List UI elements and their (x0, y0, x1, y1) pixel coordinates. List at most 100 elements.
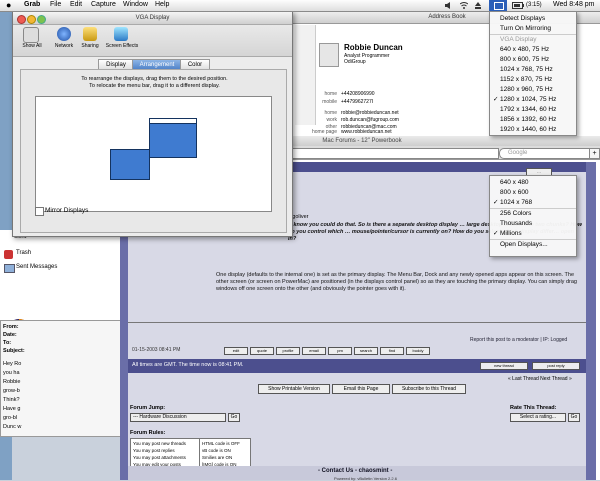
apple-icon[interactable]: ● (6, 0, 14, 10)
show-all-icon[interactable] (23, 27, 39, 43)
menu-capture[interactable]: Capture (91, 1, 116, 8)
post-button-email[interactable]: email (302, 347, 326, 355)
mail-to-label: To: (3, 340, 12, 346)
sharing-icon[interactable] (83, 27, 97, 41)
post-button-buddy[interactable]: buddy (406, 347, 430, 355)
mail-line: Have g (3, 406, 21, 412)
instruction-2: To relocate the menu bar, drag it to a d… (89, 83, 220, 89)
forum-jump-select[interactable]: --- Hardware Discussion (130, 413, 226, 422)
rule-item: You may post replies (133, 448, 175, 453)
menu-item[interactable]: ✓ Millions (490, 229, 576, 239)
menu-item[interactable]: Thousands (490, 219, 576, 229)
mirror-checkbox[interactable] (35, 207, 44, 216)
subscribe-button[interactable]: Subscribe to this Thread (392, 384, 466, 394)
app-menu[interactable]: Grab (24, 1, 40, 8)
field-label: home page (311, 129, 337, 135)
menu-file[interactable]: File (50, 1, 61, 8)
menu-item-label: 256 Colors (500, 210, 532, 217)
field-value[interactable]: rob.duncan@fugroup.com (341, 117, 399, 123)
post-button-quote[interactable]: quote (250, 347, 274, 355)
menu-item[interactable]: 1792 x 1344, 60 Hz (490, 105, 576, 115)
forum-jump-label: Forum Jump: (130, 405, 166, 411)
post-reply-button[interactable]: post reply (532, 362, 580, 370)
screen-effects-label[interactable]: Screen Effects (104, 43, 140, 49)
menu-item[interactable]: 256 Colors (490, 209, 576, 219)
menu-item[interactable]: 1024 x 768, 75 Hz (490, 65, 576, 75)
vga-title: VGA Display (13, 12, 292, 25)
mailbox-sent-messages[interactable]: Sent Messages (16, 264, 57, 270)
menu-bar: ● Grab File Edit Capture Window Help (3:… (0, 0, 600, 12)
menu-item[interactable]: 1280 x 960, 75 Hz (490, 85, 576, 95)
forum-jump-go[interactable]: Go (228, 413, 240, 422)
menu-edit[interactable]: Edit (70, 1, 82, 8)
minimize-button[interactable] (27, 15, 36, 24)
show-all-label[interactable]: Show All (15, 43, 49, 49)
network-icon[interactable] (57, 27, 71, 41)
post-button-search[interactable]: search (354, 347, 378, 355)
field-label: home (324, 91, 337, 97)
sharing-label[interactable]: Sharing (73, 43, 107, 49)
search-field[interactable]: Google (499, 148, 595, 159)
mail-line: gro-bl (3, 415, 18, 421)
menu-item[interactable]: ✓ 1024 x 768 (490, 198, 576, 208)
folder-icon (4, 264, 15, 273)
mail-line: you ha (3, 370, 20, 376)
post-button-find[interactable]: find (380, 347, 404, 355)
zoom-button[interactable] (37, 15, 46, 24)
menu-item[interactable]: Detect Displays (490, 14, 576, 24)
menu-help[interactable]: Help (155, 1, 169, 8)
menu-item[interactable]: 800 x 600 (490, 188, 576, 198)
menu-bar-indicator[interactable] (150, 119, 196, 124)
menu-item-label: 640 x 480 (500, 179, 529, 186)
display-menu-extra[interactable] (489, 0, 507, 11)
menu-item[interactable]: 800 x 600, 75 Hz (490, 55, 576, 65)
screen-effects-icon[interactable] (114, 27, 128, 41)
field-value[interactable]: +44208906990 (341, 91, 375, 97)
printable-button[interactable]: Show Printable Version (258, 384, 330, 394)
report-link[interactable]: Report this post to a moderator | IP: Lo… (470, 337, 567, 343)
field-value[interactable]: +4479962727I (341, 99, 373, 105)
post-button-pm[interactable]: pm (328, 347, 352, 355)
menu-item-label: VGA Display (500, 36, 537, 43)
eject-icon[interactable] (474, 2, 482, 9)
menu-item-label: Turn On Mirroring (500, 25, 552, 32)
mailbox-trash[interactable]: Trash (16, 250, 31, 256)
monitor-secondary[interactable] (110, 149, 150, 180)
monitor-primary[interactable] (149, 118, 197, 158)
timezone-text: All times are GMT. The time now is 08:41… (132, 362, 244, 368)
clock[interactable]: Wed 8:48 pm (553, 1, 595, 8)
close-button[interactable] (17, 15, 26, 24)
rate-go[interactable]: Go (568, 413, 580, 422)
menu-item[interactable]: Turn On Mirroring (490, 24, 576, 34)
menu-item[interactable]: 1920 x 1440, 60 Hz (490, 125, 576, 135)
email-page-button[interactable]: Email this Page (332, 384, 390, 394)
menu-item-label: Open Displays... (500, 241, 548, 248)
menu-item[interactable]: ✓ 1280 x 1024, 75 Hz (490, 95, 576, 105)
menu-window[interactable]: Window (123, 1, 148, 8)
wifi-icon[interactable] (459, 2, 469, 9)
new-thread-button[interactable]: new thread (480, 362, 528, 370)
menu-item-label: 1280 x 960, 75 Hz (500, 86, 553, 93)
instruction-1: To rearrange the displays, drag them to … (81, 76, 228, 82)
footer-links[interactable]: - Contact Us - chaosmint - (318, 468, 392, 474)
menu-item[interactable]: 1856 x 1392, 60 Hz (490, 115, 576, 125)
post-button-edit[interactable]: edit (224, 347, 248, 355)
battery-icon[interactable] (512, 2, 524, 9)
mail-line: Think? (3, 397, 20, 403)
add-bookmark-icon[interactable]: + (589, 148, 600, 159)
check-icon: ✓ (493, 96, 499, 103)
menu-item[interactable]: Open Displays... (490, 240, 576, 250)
volume-icon[interactable] (444, 2, 454, 9)
post-button-profile[interactable]: profile (276, 347, 300, 355)
rate-select[interactable]: Select a rating... (510, 413, 566, 422)
menu-item[interactable]: 640 x 480, 75 Hz (490, 45, 576, 55)
field-value[interactable]: www.robbieduncan.net (341, 129, 392, 135)
menu-item: VGA Display (490, 35, 576, 45)
divider (128, 322, 586, 323)
thread-nav[interactable]: « Last Thread Next Thread » (508, 376, 572, 382)
menu-item[interactable]: 640 x 480 (490, 178, 576, 188)
battery-time[interactable]: (3:15) (526, 2, 542, 8)
field-value[interactable]: robbie@robbieduncan.net (341, 110, 399, 116)
rule-item: You may post attachments (133, 455, 186, 460)
menu-item[interactable]: 1152 x 870, 75 Hz (490, 75, 576, 85)
